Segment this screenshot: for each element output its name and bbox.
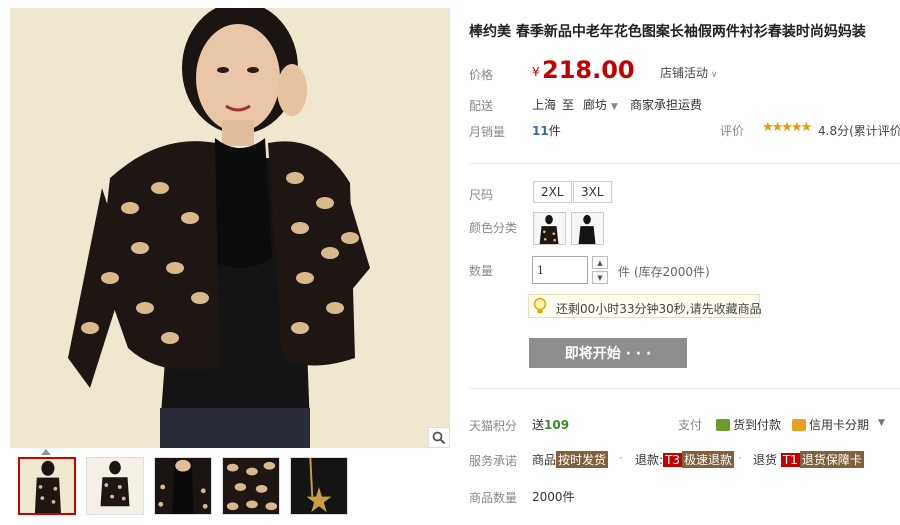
- payment-installment[interactable]: 信用卡分期: [792, 416, 869, 433]
- delivery-label: 配送: [469, 99, 494, 113]
- arrow-down-icon: ▼: [597, 273, 603, 282]
- quantity-sold-label: 商品数量: [469, 491, 518, 505]
- thumbnail-1[interactable]: [18, 457, 76, 515]
- thumbnail-3[interactable]: [154, 457, 212, 515]
- credit-card-icon: [792, 419, 806, 431]
- points-value: 109: [544, 418, 570, 432]
- service-return-tag: 退货保障卡: [799, 451, 864, 468]
- rating-score-link[interactable]: 4.8分(累计评价: [818, 122, 900, 139]
- service-separator: ·: [738, 451, 742, 465]
- countdown-text: 还剩00小时33分钟30秒,请先收藏商品: [556, 302, 762, 316]
- thumbnail-5[interactable]: [290, 457, 348, 515]
- chevron-down-icon: ∨: [708, 70, 718, 80]
- delivery-destination-dropdown[interactable]: 廊坊 ▼: [583, 96, 618, 113]
- monthly-sales-label: 月销量: [469, 125, 506, 139]
- rating-stars: ★★★★★: [762, 120, 812, 135]
- product-price: 218.00: [542, 56, 635, 84]
- points-prefix: 送: [532, 418, 545, 432]
- rating-label: 评价: [720, 124, 745, 138]
- price-label: 价格: [469, 68, 494, 82]
- quantity-decrease-button[interactable]: ▼: [592, 271, 608, 284]
- divider: [469, 388, 900, 389]
- service-refund[interactable]: 退款: T3 极速退款: [635, 451, 735, 468]
- quantity-input[interactable]: [532, 256, 588, 284]
- payment-label: 支付: [678, 418, 703, 432]
- delivery-destination: 廊坊: [583, 98, 608, 112]
- service-return-badge: T1: [780, 453, 800, 467]
- delivery-from: 上海: [532, 98, 557, 112]
- currency-symbol: ¥: [532, 65, 540, 79]
- thumbnail-indicator: [41, 449, 51, 455]
- service-refund-tag: 极速退款: [682, 451, 735, 468]
- arrow-up-icon: ▲: [597, 258, 603, 267]
- service-refund-badge: T3: [663, 453, 683, 467]
- monthly-sales: 11件: [532, 122, 561, 139]
- color-option-1[interactable]: [533, 212, 566, 245]
- thumbnail-2[interactable]: [86, 457, 144, 515]
- stock-info: 件 (库存2000件): [618, 265, 710, 279]
- service-item[interactable]: 商品 按时发货: [532, 451, 609, 468]
- tmall-points-label: 天猫积分: [469, 419, 518, 433]
- service-label: 服务承诺: [469, 454, 518, 468]
- monthly-sales-count: 11: [532, 124, 549, 138]
- size-label: 尺码: [469, 188, 494, 202]
- service-item-word: 商品: [532, 453, 557, 467]
- shop-activity-label: 店铺活动: [660, 66, 709, 80]
- lightbulb-icon: [533, 297, 547, 313]
- color-option-2[interactable]: [571, 212, 604, 245]
- shop-activity-dropdown[interactable]: 店铺活动 ∨: [660, 64, 717, 81]
- service-separator: ·: [619, 451, 623, 465]
- delivery-to: 至: [562, 98, 575, 112]
- service-item-tag: 按时发货: [556, 451, 609, 468]
- payment-cod[interactable]: 货到付款: [716, 416, 781, 433]
- color-label: 颜色分类: [469, 221, 518, 235]
- quantity-sold-value: 2000件: [532, 490, 575, 504]
- cod-icon: [716, 419, 730, 431]
- quantity-label: 数量: [469, 264, 494, 278]
- service-return[interactable]: 退货 T1 退货保障卡: [753, 451, 864, 468]
- payment-cod-label: 货到付款: [733, 418, 782, 432]
- thumbnail-strip: [18, 457, 348, 515]
- size-option-2xl[interactable]: 2XL: [533, 181, 572, 203]
- chevron-down-icon[interactable]: ▼: [878, 418, 885, 428]
- quantity-increase-button[interactable]: ▲: [592, 256, 608, 269]
- service-return-word: 退货: [753, 453, 778, 467]
- payment-installment-label: 信用卡分期: [809, 418, 870, 432]
- zoom-button[interactable]: [428, 427, 450, 448]
- magnifier-icon: [432, 431, 446, 444]
- service-refund-word: 退款: [635, 453, 660, 467]
- caret-down-icon: ▼: [610, 102, 618, 112]
- coming-soon-button[interactable]: 即将开始 · · ·: [529, 338, 687, 368]
- product-title: 棒约美 春季新品中老年花色图案长袖假两件衬衫春装时尚妈妈装: [469, 24, 866, 40]
- divider: [469, 163, 900, 164]
- size-option-3xl[interactable]: 3XL: [573, 181, 612, 203]
- freight-info: 商家承担运费: [630, 98, 703, 112]
- monthly-sales-unit: 件: [548, 124, 561, 138]
- tmall-points: 送109: [532, 416, 569, 433]
- thumbnail-4[interactable]: [222, 457, 280, 515]
- main-product-image[interactable]: [10, 8, 450, 448]
